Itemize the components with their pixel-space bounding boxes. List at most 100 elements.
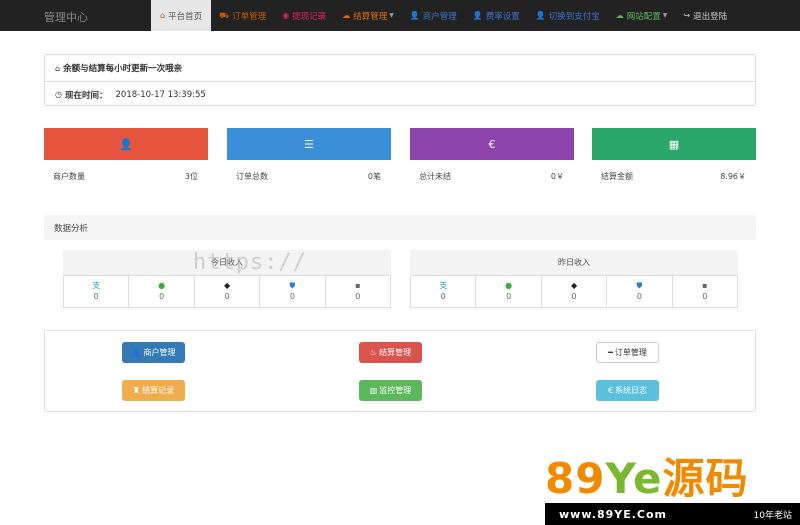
chevron-down-icon: ▼: [662, 12, 668, 19]
stat-value: 0笔: [367, 171, 381, 181]
book-icon: ▥: [369, 386, 378, 395]
action-button-label: 订单管理: [614, 348, 647, 357]
home-icon: ⌂: [55, 63, 61, 73]
stat-label: 订单总数: [236, 171, 268, 181]
nav-item-8[interactable]: ↪ 退出登陆: [675, 0, 735, 31]
cloud-icon: ☁: [615, 11, 624, 20]
brand-title[interactable]: 管理中心: [44, 9, 88, 25]
channel-row: 支 0 ● 0 ◆ 0 ⛊ 0 ▪ 0: [410, 275, 738, 308]
channel-value: 0: [355, 292, 361, 301]
action-button-0[interactable]: 👤 商户管理: [122, 342, 185, 363]
channel-value: 0: [702, 292, 708, 301]
stat-card-body: 结算金额 8.96￥: [592, 160, 756, 192]
nav-item-0[interactable]: ⌂ 平台首页: [151, 0, 212, 31]
channel-alipay: 支0: [411, 276, 475, 307]
action-button-label: 结算管理: [379, 348, 412, 357]
analysis-heading: 数据分析: [44, 215, 756, 240]
stat-label: 总计未结: [419, 171, 451, 181]
nav-item-1[interactable]: ⛟ 订单管理: [211, 0, 274, 31]
clock-icon: ◷: [55, 90, 62, 99]
channel-qq: ◆ 0: [540, 276, 606, 307]
channel-alipay: 支0: [64, 276, 128, 307]
user-icon: 👤: [472, 11, 483, 20]
stat-value: 0￥: [550, 171, 564, 181]
income-panel-title: 今日收入: [63, 250, 391, 275]
channel-wechat: ● 0: [128, 276, 193, 307]
stat-card: € 总计未结 0￥: [410, 128, 574, 192]
nav-item-5[interactable]: 👤 费率设置: [465, 0, 528, 31]
shield-icon: ⛊: [636, 281, 643, 290]
cart-icon: ⛟: [219, 10, 230, 20]
euro-icon: €: [607, 386, 614, 395]
nav-item-6[interactable]: 👤 切换到支付宝: [528, 0, 608, 31]
channel-value: 0: [440, 292, 446, 301]
notice-panel: ⌂ 余额与结算每小时更新一次哦亲 ◷ 现在时间： 2018-10-17 13:3…: [44, 54, 756, 106]
channel-wechat: ● 0: [475, 276, 540, 307]
main-nav: ⌂ 平台首页 ⛟ 订单管理 ◉ 提现记录 ☁ 结算管理 ▼ 👤 商户管理 👤 费率设置 👤 切换到支付宝 ☁ 网…: [151, 0, 735, 31]
stat-label: 商户数量: [53, 171, 85, 181]
stat-value: 3位: [184, 171, 198, 181]
cloud-icon: ☁: [342, 11, 351, 20]
action-button-label: 系统日志: [615, 386, 648, 395]
action-button-1[interactable]: ♨ 结算管理: [359, 342, 422, 363]
euro-icon: €: [488, 137, 496, 151]
action-button-5[interactable]: € 系统日志: [596, 380, 659, 401]
logo-url: www.89YE.Com: [559, 507, 668, 521]
qq-icon: ◆: [223, 281, 231, 290]
channel-value: 0: [636, 292, 642, 301]
action-button-label: 商户管理: [143, 348, 176, 357]
nav-item-3[interactable]: ☁ 结算管理 ▼: [334, 0, 402, 31]
action-button-4[interactable]: ▥ 监控管理: [359, 380, 422, 401]
nav-item-label: 提现记录: [292, 11, 327, 22]
nav-item-label: 费率设置: [485, 11, 520, 22]
channel-value: 0: [224, 292, 230, 301]
user-icon: 👤: [409, 11, 420, 20]
nav-item-2[interactable]: ◉ 提现记录: [274, 0, 334, 31]
home-icon: ⌂: [160, 11, 166, 20]
camera-icon: ◉: [282, 11, 290, 20]
chevron-down-icon: ▼: [389, 12, 394, 19]
income-panel: 今日收入支 0 ● 0 ◆ 0 ⛊ 0 ▪ 0: [63, 250, 391, 308]
minus-icon: ━: [608, 348, 613, 357]
nav-item-label: 订单管理: [232, 11, 267, 22]
stat-card-header: €: [410, 128, 574, 160]
channel-row: 支 0 ● 0 ◆ 0 ⛊ 0 ▪ 0: [63, 275, 391, 308]
wechat-icon: ●: [505, 281, 513, 290]
stat-card-body: 总计未结 0￥: [410, 160, 574, 192]
site-logo: 89Ye源码 www.89YE.Com 10年老站: [545, 456, 800, 525]
channel-value: 0: [506, 292, 512, 301]
stat-value: 8.96￥: [720, 171, 746, 181]
top-navbar: 管理中心 ⌂ 平台首页 ⛟ 订单管理 ◉ 提现记录 ☁ 结算管理 ▼ 👤 商户管理 👤 费率设置 👤 切换到…: [0, 0, 800, 31]
logo-ye: Ye: [605, 454, 663, 503]
user-icon: 👤: [535, 11, 546, 20]
logout-icon: ↪: [683, 11, 691, 20]
nav-item-7[interactable]: ☁ 网站配置 ▼: [608, 0, 676, 31]
nav-item-label: 结算管理: [353, 11, 388, 22]
channel-value: 0: [159, 292, 165, 301]
user-icon: 👤: [119, 137, 133, 151]
nav-item-4[interactable]: 👤 商户管理: [402, 0, 465, 31]
trophy-icon: ♜: [132, 386, 141, 395]
list-icon: ☰: [304, 137, 314, 151]
stat-card-header: 👤: [44, 128, 208, 160]
pay-icon: ▪: [355, 281, 361, 290]
nav-item-label: 平台首页: [168, 11, 203, 22]
action-button-2[interactable]: ━ 订单管理: [596, 342, 659, 363]
stat-card: ☰ 订单总数 0笔: [227, 128, 391, 192]
pay-icon: ▪: [702, 281, 708, 290]
logo-suffix: 源码: [662, 454, 749, 503]
user-icon: 👤: [131, 348, 142, 357]
shield-icon: ⛊: [289, 281, 296, 290]
action-button-label: 监控管理: [379, 386, 412, 395]
logo-digits: 89: [545, 454, 606, 503]
alipay-icon: 支: [92, 281, 101, 290]
quick-actions-panel: 👤 商户管理 ♨ 结算管理 ━ 订单管理 ♜ 结算记录 ▥ 监控管理 € 系统日志: [44, 330, 756, 412]
qq-icon: ◆: [570, 281, 578, 290]
channel-other: ▪ 0: [324, 276, 390, 307]
action-button-3[interactable]: ♜ 结算记录: [122, 380, 185, 401]
alipay-icon: 支: [439, 281, 448, 290]
stat-card: 👤 商户数量 3位: [44, 128, 208, 192]
stat-card-header: ▦: [592, 128, 756, 160]
stat-card-header: ☰: [227, 128, 391, 160]
calendar-icon: ▦: [668, 137, 680, 151]
